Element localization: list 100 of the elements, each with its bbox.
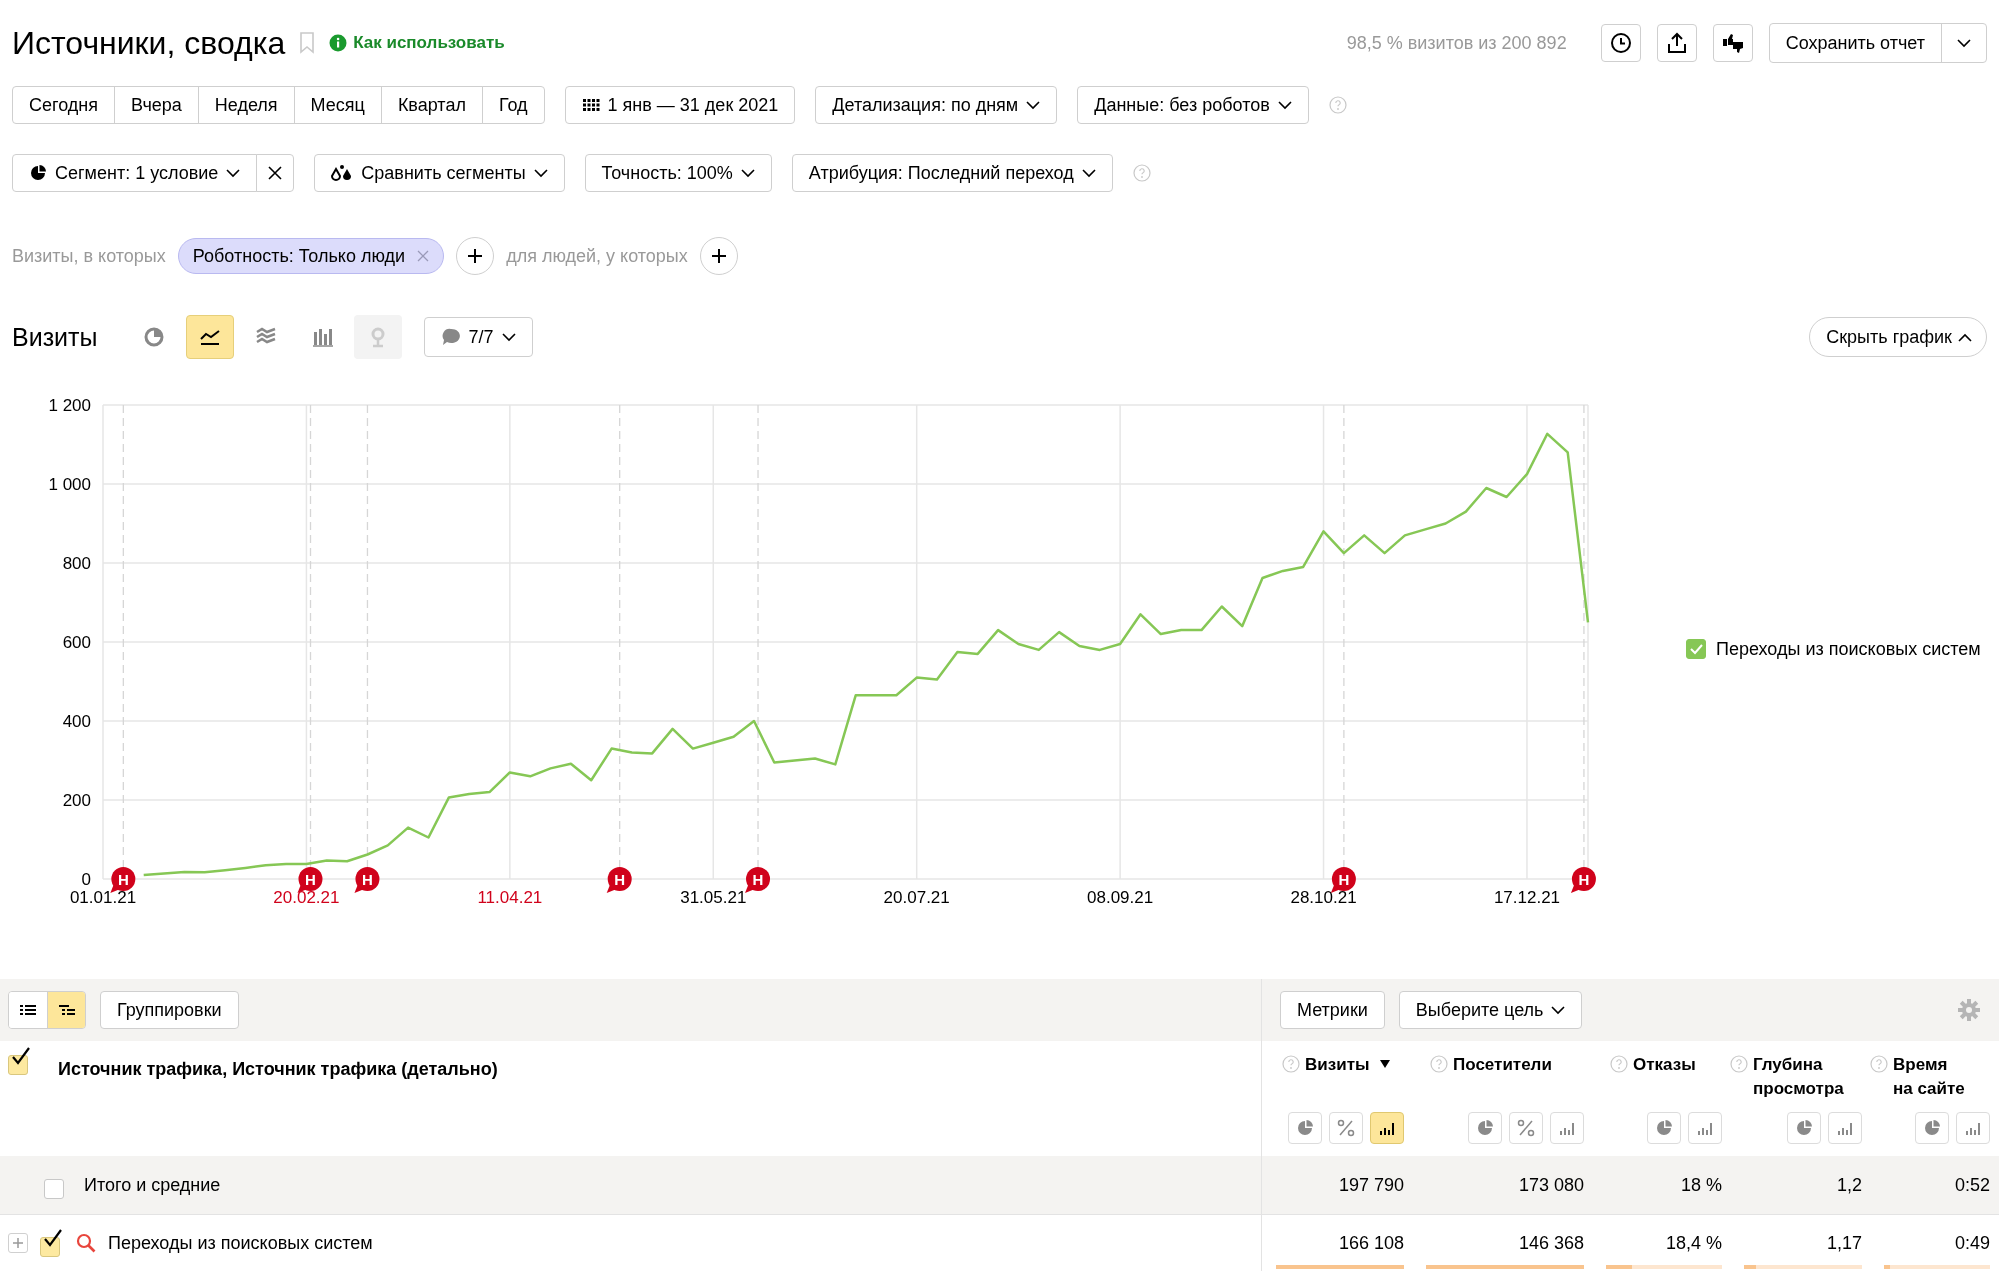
column-header[interactable]: Глубина просмотра	[1753, 1053, 1845, 1101]
add-condition-button[interactable]	[699, 237, 738, 275]
chart-type-button[interactable]	[185, 315, 234, 359]
row-label: Итого и средние	[84, 1174, 221, 1196]
view-toggle-button[interactable]	[1688, 1112, 1722, 1144]
legend-checkbox[interactable]	[1686, 639, 1706, 659]
caret-icon	[1277, 100, 1292, 110]
dropdown-button[interactable]: Сравнить сегменты	[314, 154, 565, 192]
axis-label: 31.05.21	[680, 888, 747, 907]
annotation: Н	[362, 871, 373, 888]
column-header: Источник трафика, Источник трафика (детально)	[58, 1059, 498, 1080]
sort-icon	[1380, 1060, 1391, 1068]
caret-icon	[501, 332, 516, 342]
page-title: Источники, сводка	[12, 24, 286, 62]
expand-button[interactable]	[8, 1233, 28, 1253]
view-mode-button[interactable]	[9, 992, 47, 1028]
view-toggle-button[interactable]	[1956, 1112, 1990, 1144]
period-tab[interactable]: Квартал	[380, 86, 483, 124]
axis-label: 17.12.21	[1493, 888, 1561, 907]
dropdown-button[interactable]: 1 янв — 31 дек 2021	[564, 86, 796, 124]
table-cell: 173 080	[1518, 1174, 1584, 1196]
caret-icon	[226, 168, 241, 178]
annotation: Н	[1578, 871, 1590, 888]
drops-icon	[331, 164, 354, 182]
percent-icon	[1335, 1117, 1357, 1139]
view-toggle-button[interactable]	[1329, 1112, 1363, 1144]
pie-icon	[29, 164, 47, 182]
plus-icon	[468, 249, 483, 263]
feedback-button[interactable]	[1712, 24, 1753, 62]
view-toggle-button[interactable]	[1915, 1112, 1949, 1144]
help-icon	[1282, 1055, 1300, 1073]
checkbox[interactable]	[40, 1229, 64, 1257]
dropdown-button[interactable]: Сегмент: 1 условие	[12, 154, 258, 192]
caret-icon	[533, 168, 548, 178]
column-header[interactable]: Визиты	[1305, 1053, 1370, 1077]
table-cell: 0:49	[1954, 1232, 1990, 1254]
caret-icon	[1957, 38, 1971, 48]
period-tab[interactable]: Сегодня	[12, 86, 115, 124]
bookmark-icon	[299, 32, 316, 54]
annotation: Н	[117, 871, 129, 888]
chart-title: Визиты	[12, 322, 98, 352]
column-header[interactable]: Посетители	[1453, 1053, 1552, 1077]
save-report-button[interactable]: Сохранить отчет	[1768, 23, 1987, 63]
add-condition-button[interactable]	[456, 237, 495, 275]
row-label: Переходы из поисковых систем	[108, 1232, 373, 1254]
period-tab[interactable]: Неделя	[197, 86, 295, 124]
axis-label: 20.07.21	[883, 888, 950, 907]
clear-segment-button[interactable]	[256, 154, 295, 192]
clock-icon	[1609, 32, 1632, 54]
hide-chart-button[interactable]: Скрыть график	[1809, 317, 1987, 357]
view-toggle-button[interactable]	[1550, 1112, 1584, 1144]
annotation: Н	[614, 871, 626, 888]
annotations-button[interactable]: 7/7	[423, 317, 533, 357]
axis-label: 0	[81, 870, 91, 889]
view-toggle-button[interactable]	[1647, 1112, 1681, 1144]
column-header[interactable]: Отказы	[1633, 1053, 1696, 1077]
view-toggle-button[interactable]	[1370, 1112, 1404, 1144]
annotation-marker[interactable]: Н	[354, 867, 380, 893]
dropdown-button[interactable]: Детализация: по дням	[815, 86, 1058, 124]
dropdown-button[interactable]: Выберите цель	[1398, 991, 1583, 1029]
view-toggle-button[interactable]	[1468, 1112, 1502, 1144]
annotation-marker[interactable]: Н	[745, 867, 771, 893]
filter-chip[interactable]: Роботность: Только люди	[177, 238, 445, 274]
bar-chart-icon	[310, 326, 333, 348]
caret-icon	[1081, 168, 1096, 178]
share-icon	[1665, 32, 1688, 54]
period-tab[interactable]: Месяц	[293, 86, 382, 124]
groupings-button[interactable]: Группировки	[100, 991, 239, 1029]
close-icon	[417, 250, 430, 262]
dropdown-button[interactable]: Атрибуция: Последний переход	[791, 154, 1113, 192]
period-tab[interactable]: Год	[481, 86, 545, 124]
annotation: Н	[752, 871, 764, 888]
checkbox[interactable]	[8, 1047, 32, 1075]
checkmark-icon	[1689, 643, 1703, 655]
view-toggle-button[interactable]	[1288, 1112, 1322, 1144]
caret-icon	[1551, 1005, 1566, 1015]
view-mode-button[interactable]	[47, 992, 85, 1028]
search-icon	[76, 1233, 96, 1253]
history-button[interactable]	[1600, 24, 1641, 62]
info-icon	[329, 34, 348, 52]
dropdown-button[interactable]: Точность: 100%	[584, 154, 772, 192]
annotation-marker[interactable]: Н	[606, 867, 632, 893]
view-toggle-button[interactable]	[1787, 1112, 1821, 1144]
view-toggle-button[interactable]	[1509, 1112, 1543, 1144]
view-toggle-button[interactable]	[1828, 1112, 1862, 1144]
annotation-marker[interactable]: Н	[1570, 867, 1596, 893]
table-cell: 1,17	[1826, 1232, 1862, 1254]
annotation: Н	[1338, 871, 1350, 888]
period-tab[interactable]: Вчера	[114, 86, 199, 124]
column-header[interactable]: Время на сайте	[1893, 1053, 1971, 1101]
dropdown-button[interactable]: Данные: без роботов	[1077, 86, 1309, 124]
chevron-up-icon	[1958, 332, 1972, 342]
share-button[interactable]	[1656, 24, 1697, 62]
help-link[interactable]: Как использовать	[329, 33, 505, 53]
table-cell: 197 790	[1338, 1174, 1404, 1196]
annotation: Н	[305, 871, 316, 888]
metrics-button[interactable]: Метрики	[1280, 991, 1385, 1029]
help-icon	[1610, 1055, 1628, 1073]
help-icon	[1132, 164, 1151, 182]
axis-label: 200	[62, 791, 91, 810]
